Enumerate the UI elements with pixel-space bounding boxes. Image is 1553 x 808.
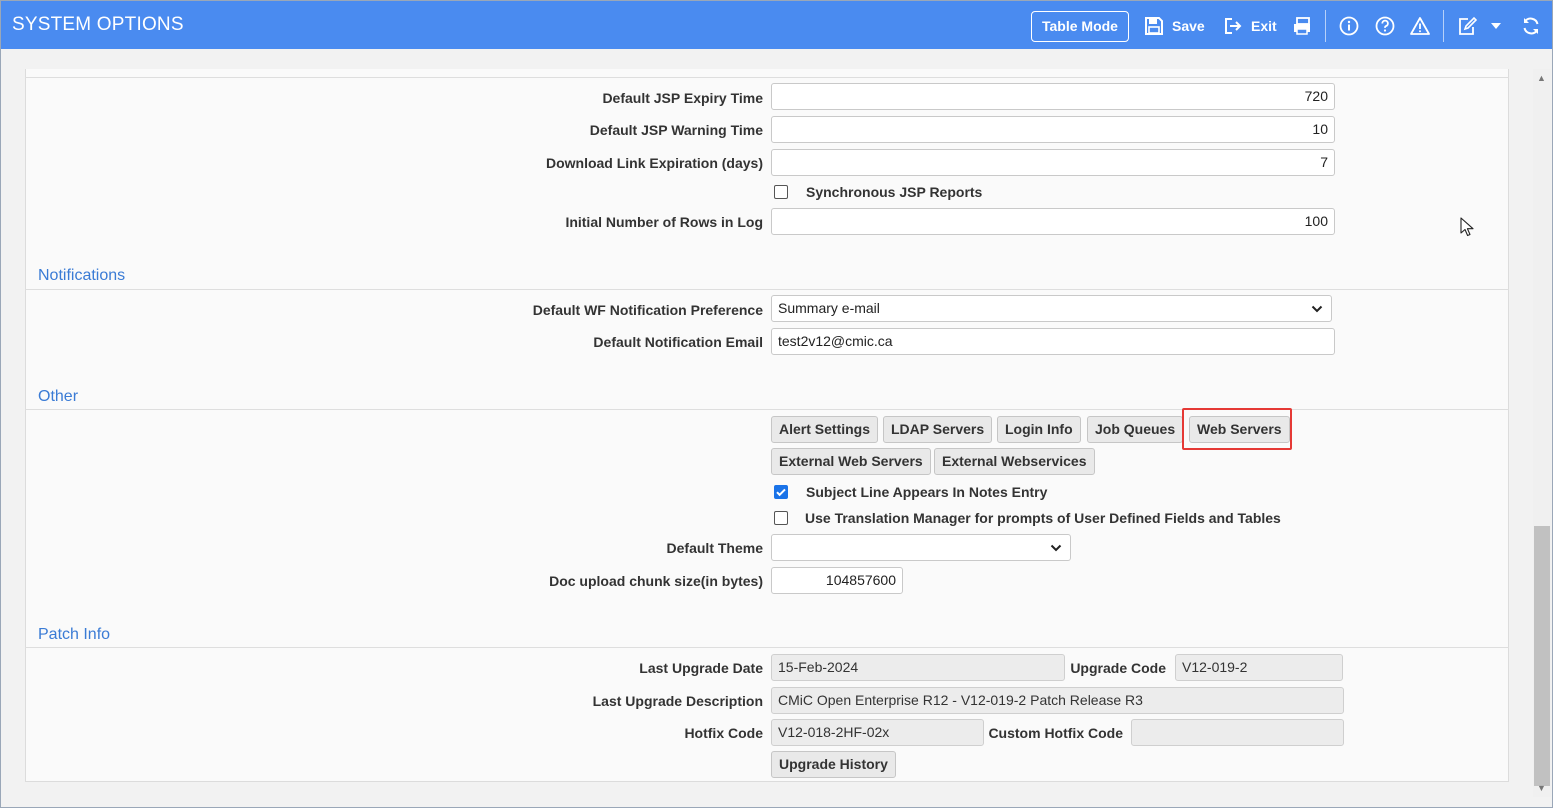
chevron-down-icon — [1050, 544, 1062, 552]
hotfix-code-label: Hotfix Code — [684, 725, 763, 741]
alerts-button[interactable] — [1410, 13, 1430, 39]
alert-settings-button[interactable]: Alert Settings — [771, 416, 879, 443]
jsp-expiry-input[interactable]: 720 — [771, 83, 1335, 110]
caret-down-icon — [1491, 23, 1501, 29]
scrollbar-thumb[interactable] — [1534, 526, 1550, 786]
help-button[interactable] — [1375, 13, 1395, 39]
patch-info-section-title: Patch Info — [38, 626, 111, 643]
save-icon — [1145, 17, 1163, 35]
edit-menu-dropdown[interactable] — [1489, 13, 1503, 39]
hotfix-code-field: V12-018-2HF-02x — [771, 719, 984, 746]
help-icon — [1375, 16, 1395, 36]
custom-hotfix-field — [1131, 719, 1344, 746]
other-section-title: Other — [38, 388, 79, 405]
print-icon — [1294, 17, 1310, 35]
refresh-icon — [1523, 17, 1539, 35]
job-queues-button[interactable]: Job Queues — [1087, 416, 1184, 443]
bottom-spacer — [1, 782, 1533, 807]
upgrade-history-button[interactable]: Upgrade History — [771, 751, 896, 778]
subject-line-label: Subject Line Appears In Notes Entry — [806, 484, 1048, 500]
default-theme-select[interactable] — [771, 534, 1071, 561]
upgrade-code-field: V12-019-2 — [1175, 654, 1343, 681]
exit-icon — [1225, 18, 1242, 34]
mouse-cursor-icon — [1460, 217, 1474, 237]
external-web-servers-button[interactable]: External Web Servers — [771, 448, 931, 475]
divider — [25, 77, 1509, 78]
refresh-button[interactable] — [1521, 13, 1541, 39]
page-title: SYSTEM OPTIONS — [12, 14, 184, 35]
upgrade-description-field: CMiC Open Enterprise R12 - V12-019-2 Pat… — [771, 687, 1344, 714]
custom-hotfix-label: Custom Hotfix Code — [988, 725, 1123, 741]
login-info-button[interactable]: Login Info — [997, 416, 1081, 443]
upgrade-date-label: Last Upgrade Date — [639, 660, 763, 676]
wf-pref-select[interactable]: Summary e-mail — [771, 295, 1332, 322]
header-bar: SYSTEM OPTIONS Table Mode Save Exit — [1, 1, 1552, 49]
toolbar-divider — [1325, 10, 1326, 42]
download-expiration-label: Download Link Expiration (days) — [545, 155, 763, 171]
chunk-size-label: Doc upload chunk size(in bytes) — [549, 573, 763, 589]
translation-checkbox[interactable] — [774, 511, 788, 525]
sync-jsp-label: Synchronous JSP Reports — [806, 184, 983, 200]
scroll-down-icon[interactable]: ▼ — [1537, 783, 1546, 793]
subject-line-checkbox[interactable] — [774, 485, 788, 499]
notification-email-input[interactable]: test2v12@cmic.ca — [771, 328, 1335, 355]
external-webservices-button[interactable]: External Webservices — [934, 448, 1095, 475]
warning-icon — [1410, 17, 1430, 35]
divider — [25, 289, 1509, 290]
ldap-servers-button[interactable]: LDAP Servers — [883, 416, 993, 443]
upgrade-code-label: Upgrade Code — [1070, 660, 1166, 676]
divider — [25, 647, 1509, 648]
exit-button[interactable]: Exit — [1223, 13, 1277, 39]
wf-pref-value: Summary e-mail — [778, 300, 880, 316]
translation-label: Use Translation Manager for prompts of U… — [805, 510, 1281, 526]
log-rows-label: Initial Number of Rows in Log — [565, 214, 763, 230]
checkmark-icon — [776, 488, 786, 497]
notification-email-label: Default Notification Email — [593, 334, 763, 350]
edit-button[interactable] — [1457, 13, 1477, 39]
wf-pref-label: Default WF Notification Preference — [532, 302, 763, 318]
scroll-up-icon[interactable]: ▲ — [1537, 73, 1546, 83]
exit-label: Exit — [1251, 18, 1277, 34]
log-rows-input[interactable]: 100 — [771, 208, 1335, 235]
print-button[interactable] — [1292, 13, 1312, 39]
app-window: SYSTEM OPTIONS Table Mode Save Exit Defa… — [0, 0, 1553, 808]
jsp-warning-input[interactable]: 10 — [771, 116, 1335, 143]
jsp-expiry-label: Default JSP Expiry Time — [602, 90, 763, 106]
upgrade-date-field: 15-Feb-2024 — [771, 654, 1065, 681]
table-mode-button[interactable]: Table Mode — [1031, 11, 1129, 42]
upgrade-description-label: Last Upgrade Description — [592, 693, 763, 709]
web-servers-button[interactable]: Web Servers — [1189, 416, 1290, 443]
chunk-size-input[interactable]: 104857600 — [771, 567, 903, 594]
save-button[interactable]: Save — [1144, 13, 1205, 39]
info-button[interactable] — [1339, 13, 1359, 39]
top-spacer — [1, 49, 1533, 69]
edit-icon — [1459, 16, 1477, 35]
notifications-section-title: Notifications — [38, 267, 126, 284]
jsp-warning-label: Default JSP Warning Time — [589, 122, 763, 138]
sync-jsp-checkbox[interactable] — [774, 185, 788, 199]
chevron-down-icon — [1311, 305, 1323, 313]
download-expiration-input[interactable]: 7 — [771, 149, 1335, 176]
toolbar-divider — [1443, 10, 1444, 42]
save-label: Save — [1172, 18, 1205, 34]
default-theme-label: Default Theme — [666, 540, 763, 556]
info-icon — [1339, 16, 1359, 36]
